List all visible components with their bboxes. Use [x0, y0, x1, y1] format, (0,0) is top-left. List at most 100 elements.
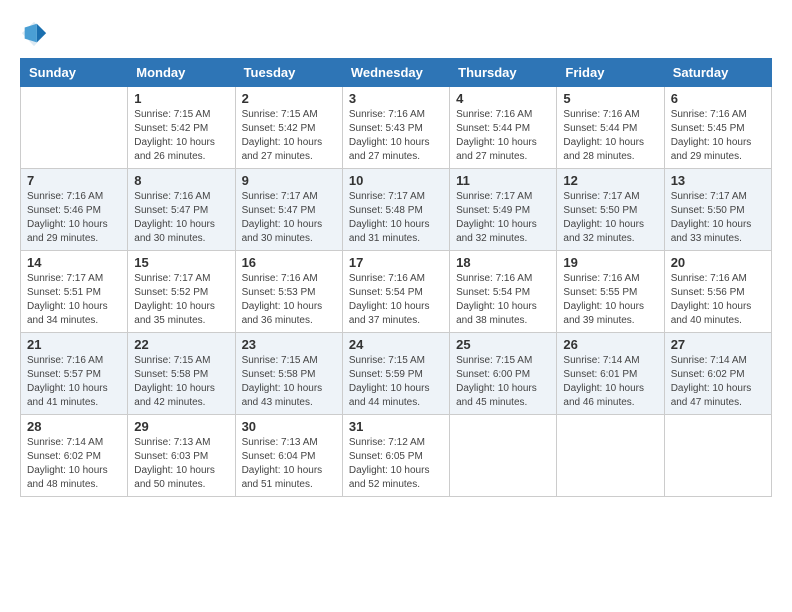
day-number: 22: [134, 337, 228, 352]
calendar-week-row: 7Sunrise: 7:16 AMSunset: 5:46 PMDaylight…: [21, 169, 772, 251]
day-info: Sunrise: 7:16 AMSunset: 5:44 PMDaylight:…: [456, 108, 550, 164]
day-number: 13: [671, 173, 765, 188]
day-number: 1: [134, 91, 228, 106]
day-number: 12: [563, 173, 657, 188]
day-number: 30: [242, 419, 336, 434]
day-info: Sunrise: 7:17 AMSunset: 5:52 PMDaylight:…: [134, 272, 228, 328]
column-header-sunday: Sunday: [21, 59, 128, 87]
day-number: 6: [671, 91, 765, 106]
day-info: Sunrise: 7:17 AMSunset: 5:51 PMDaylight:…: [27, 272, 121, 328]
calendar-cell: 10 Sunrise: 7:17 AMSunset: 5:48 PMDayligh…: [342, 169, 449, 251]
day-info: Sunrise: 7:16 AMSunset: 5:56 PMDaylight:…: [671, 272, 765, 328]
calendar-cell: 31Sunrise: 7:12 AMSunset: 6:05 PMDayligh…: [342, 415, 449, 497]
column-header-tuesday: Tuesday: [235, 59, 342, 87]
day-info: Sunrise: 7:16 AMSunset: 5:44 PMDaylight:…: [563, 108, 657, 164]
day-number: 23: [242, 337, 336, 352]
logo: [20, 20, 52, 48]
calendar-week-row: 14 Sunrise: 7:17 AMSunset: 5:51 PMDayligh…: [21, 251, 772, 333]
calendar-cell: 15 Sunrise: 7:17 AMSunset: 5:52 PMDayligh…: [128, 251, 235, 333]
day-info: Sunrise: 7:15 AMSunset: 5:42 PMDaylight:…: [242, 108, 336, 164]
day-info: Sunrise: 7:16 AMSunset: 5:54 PMDaylight:…: [456, 272, 550, 328]
calendar-cell: 25 Sunrise: 7:15 AMSunset: 6:00 PMDayligh…: [450, 333, 557, 415]
day-info: Sunrise: 7:16 AMSunset: 5:54 PMDaylight:…: [349, 272, 443, 328]
day-info: Sunrise: 7:17 AMSunset: 5:50 PMDaylight:…: [671, 190, 765, 246]
calendar-cell: 8Sunrise: 7:16 AMSunset: 5:47 PMDaylight…: [128, 169, 235, 251]
day-number: 17: [349, 255, 443, 270]
calendar-cell: 5 Sunrise: 7:16 AMSunset: 5:44 PMDaylight…: [557, 87, 664, 169]
column-header-saturday: Saturday: [664, 59, 771, 87]
day-number: 24: [349, 337, 443, 352]
day-number: 2: [242, 91, 336, 106]
calendar-cell: 19Sunrise: 7:16 AMSunset: 5:55 PMDayligh…: [557, 251, 664, 333]
calendar-cell: 12 Sunrise: 7:17 AMSunset: 5:50 PMDayligh…: [557, 169, 664, 251]
calendar-cell: [557, 415, 664, 497]
calendar-cell: 2 Sunrise: 7:15 AMSunset: 5:42 PMDaylight…: [235, 87, 342, 169]
calendar-cell: 27 Sunrise: 7:14 AMSunset: 6:02 PMDayligh…: [664, 333, 771, 415]
day-number: 21: [27, 337, 121, 352]
calendar-cell: 13 Sunrise: 7:17 AMSunset: 5:50 PMDayligh…: [664, 169, 771, 251]
calendar-cell: 20 Sunrise: 7:16 AMSunset: 5:56 PMDayligh…: [664, 251, 771, 333]
day-info: Sunrise: 7:15 AMSunset: 5:58 PMDaylight:…: [242, 354, 336, 410]
day-info: Sunrise: 7:13 AMSunset: 6:04 PMDaylight:…: [242, 436, 336, 492]
day-info: Sunrise: 7:15 AMSunset: 5:58 PMDaylight:…: [134, 354, 228, 410]
calendar-cell: 9 Sunrise: 7:17 AMSunset: 5:47 PMDaylight…: [235, 169, 342, 251]
column-header-thursday: Thursday: [450, 59, 557, 87]
day-info: Sunrise: 7:15 AMSunset: 5:42 PMDaylight:…: [134, 108, 228, 164]
calendar-cell: 6 Sunrise: 7:16 AMSunset: 5:45 PMDaylight…: [664, 87, 771, 169]
calendar-header-row: SundayMondayTuesdayWednesdayThursdayFrid…: [21, 59, 772, 87]
column-header-monday: Monday: [128, 59, 235, 87]
day-info: Sunrise: 7:15 AMSunset: 6:00 PMDaylight:…: [456, 354, 550, 410]
day-number: 4: [456, 91, 550, 106]
day-info: Sunrise: 7:14 AMSunset: 6:02 PMDaylight:…: [671, 354, 765, 410]
day-info: Sunrise: 7:15 AMSunset: 5:59 PMDaylight:…: [349, 354, 443, 410]
day-number: 15: [134, 255, 228, 270]
day-info: Sunrise: 7:17 AMSunset: 5:50 PMDaylight:…: [563, 190, 657, 246]
calendar-cell: 23 Sunrise: 7:15 AMSunset: 5:58 PMDayligh…: [235, 333, 342, 415]
day-number: 5: [563, 91, 657, 106]
day-number: 14: [27, 255, 121, 270]
day-number: 9: [242, 173, 336, 188]
calendar-cell: 4 Sunrise: 7:16 AMSunset: 5:44 PMDaylight…: [450, 87, 557, 169]
day-number: 11: [456, 173, 550, 188]
day-info: Sunrise: 7:16 AMSunset: 5:57 PMDaylight:…: [27, 354, 121, 410]
calendar-week-row: 21 Sunrise: 7:16 AMSunset: 5:57 PMDayligh…: [21, 333, 772, 415]
calendar-week-row: 28Sunrise: 7:14 AMSunset: 6:02 PMDayligh…: [21, 415, 772, 497]
day-info: Sunrise: 7:17 AMSunset: 5:48 PMDaylight:…: [349, 190, 443, 246]
day-number: 8: [134, 173, 228, 188]
calendar-cell: 1 Sunrise: 7:15 AMSunset: 5:42 PMDaylight…: [128, 87, 235, 169]
day-number: 20: [671, 255, 765, 270]
calendar-cell: 11Sunrise: 7:17 AMSunset: 5:49 PMDayligh…: [450, 169, 557, 251]
day-number: 16: [242, 255, 336, 270]
day-info: Sunrise: 7:13 AMSunset: 6:03 PMDaylight:…: [134, 436, 228, 492]
day-number: 3: [349, 91, 443, 106]
day-number: 26: [563, 337, 657, 352]
day-number: 27: [671, 337, 765, 352]
calendar-cell: [664, 415, 771, 497]
calendar-cell: [450, 415, 557, 497]
page-header: [20, 20, 772, 48]
day-number: 10: [349, 173, 443, 188]
day-info: Sunrise: 7:14 AMSunset: 6:01 PMDaylight:…: [563, 354, 657, 410]
day-info: Sunrise: 7:16 AMSunset: 5:55 PMDaylight:…: [563, 272, 657, 328]
day-number: 25: [456, 337, 550, 352]
calendar-cell: 17 Sunrise: 7:16 AMSunset: 5:54 PMDayligh…: [342, 251, 449, 333]
calendar-cell: 3Sunrise: 7:16 AMSunset: 5:43 PMDaylight…: [342, 87, 449, 169]
calendar-cell: 21 Sunrise: 7:16 AMSunset: 5:57 PMDayligh…: [21, 333, 128, 415]
calendar-cell: 22 Sunrise: 7:15 AMSunset: 5:58 PMDayligh…: [128, 333, 235, 415]
column-header-friday: Friday: [557, 59, 664, 87]
column-header-wednesday: Wednesday: [342, 59, 449, 87]
calendar-cell: 24 Sunrise: 7:15 AMSunset: 5:59 PMDayligh…: [342, 333, 449, 415]
calendar-table: SundayMondayTuesdayWednesdayThursdayFrid…: [20, 58, 772, 497]
calendar-cell: 18 Sunrise: 7:16 AMSunset: 5:54 PMDayligh…: [450, 251, 557, 333]
day-info: Sunrise: 7:16 AMSunset: 5:53 PMDaylight:…: [242, 272, 336, 328]
calendar-cell: 28Sunrise: 7:14 AMSunset: 6:02 PMDayligh…: [21, 415, 128, 497]
day-number: 7: [27, 173, 121, 188]
calendar-cell: [21, 87, 128, 169]
calendar-cell: 26 Sunrise: 7:14 AMSunset: 6:01 PMDayligh…: [557, 333, 664, 415]
day-number: 18: [456, 255, 550, 270]
day-info: Sunrise: 7:16 AMSunset: 5:45 PMDaylight:…: [671, 108, 765, 164]
calendar-cell: 14 Sunrise: 7:17 AMSunset: 5:51 PMDayligh…: [21, 251, 128, 333]
day-number: 28: [27, 419, 121, 434]
day-info: Sunrise: 7:17 AMSunset: 5:47 PMDaylight:…: [242, 190, 336, 246]
day-info: Sunrise: 7:12 AMSunset: 6:05 PMDaylight:…: [349, 436, 443, 492]
